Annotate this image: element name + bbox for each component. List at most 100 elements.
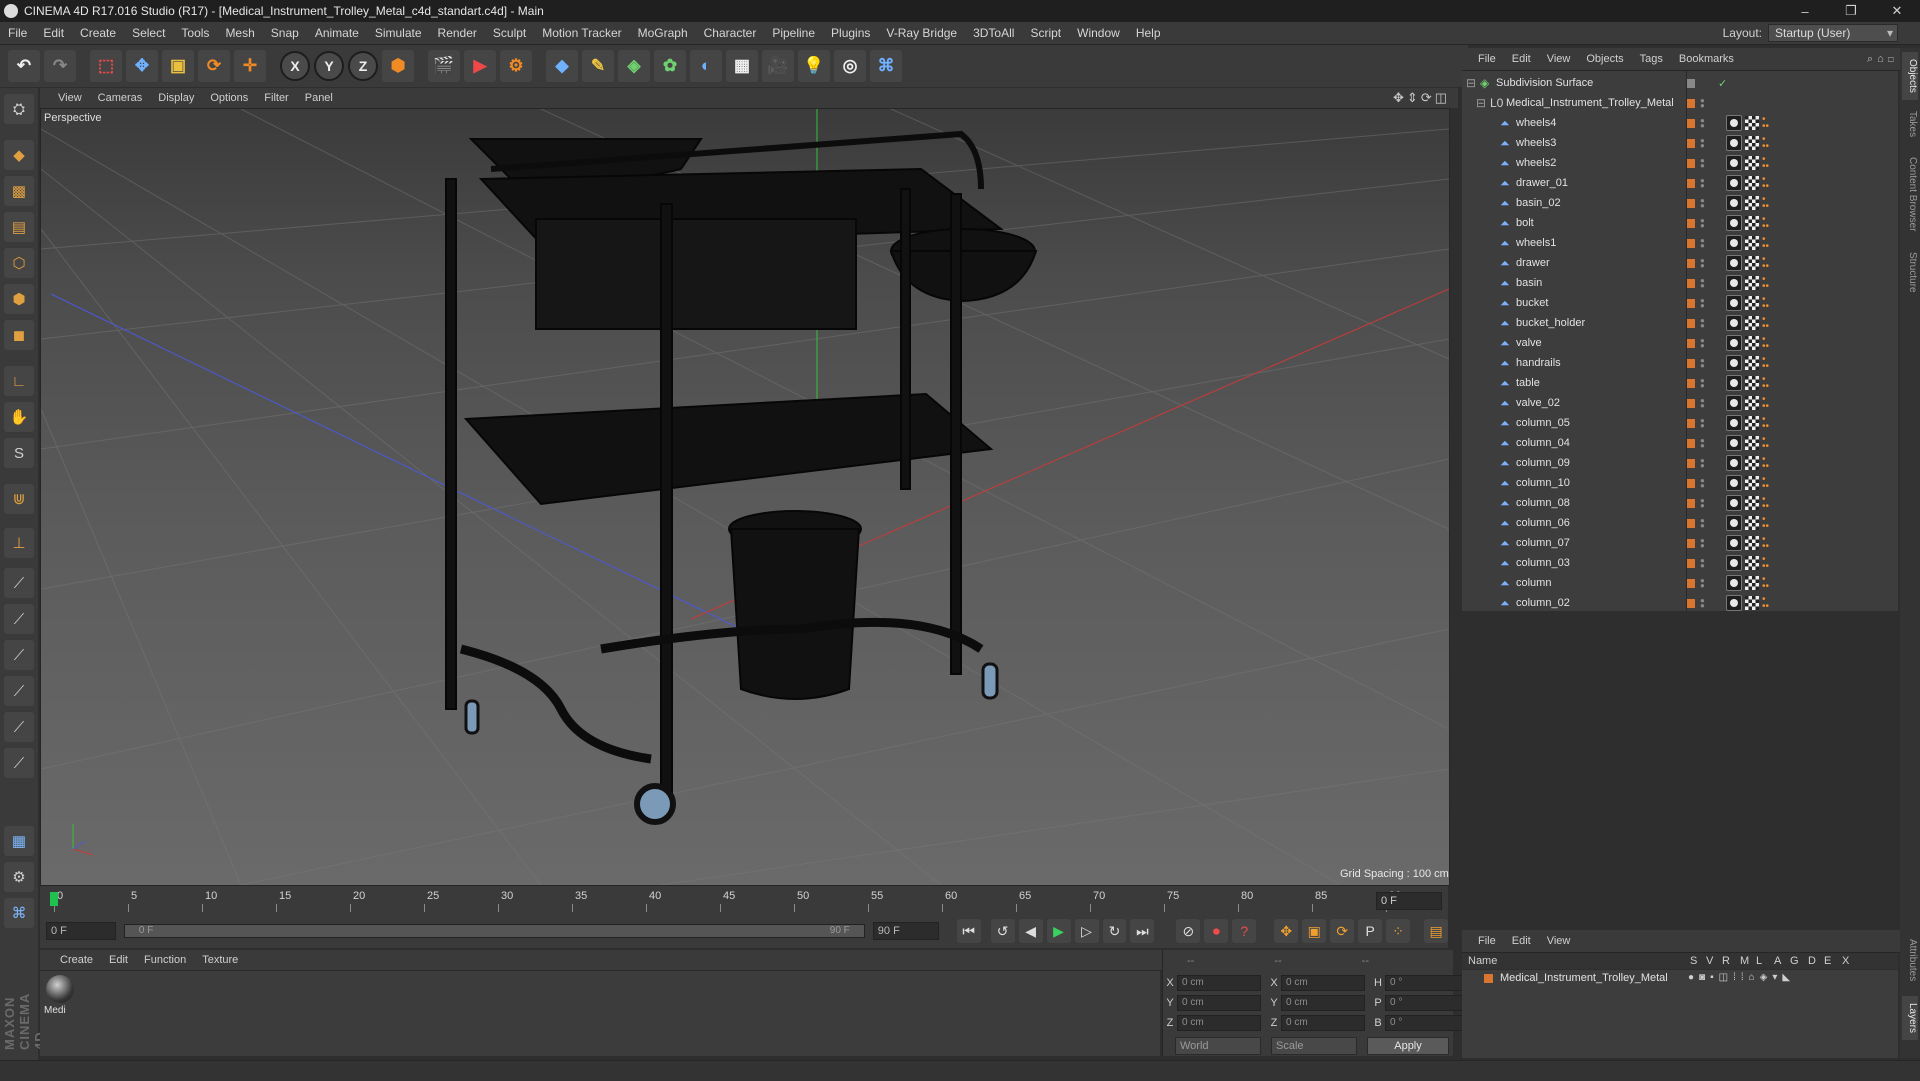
menu-render[interactable]: Render <box>430 26 485 40</box>
previous-keyframe-icon[interactable]: ↺ <box>990 919 1015 943</box>
selection-tag-icon[interactable]: • •• <box>1762 435 1774 452</box>
tab-objects[interactable]: Objects <box>1902 52 1918 100</box>
workplane-z-icon[interactable]: ⟋ <box>4 748 34 778</box>
texture-tag-icon[interactable] <box>1745 116 1759 130</box>
python-script-icon[interactable]: ⌘ <box>4 898 34 928</box>
object-row[interactable]: ⏶ bucket ● ● • •• <box>1462 293 1898 313</box>
phong-tag-icon[interactable] <box>1726 435 1742 451</box>
layer-color-swatch[interactable] <box>1686 538 1695 548</box>
selection-tag-icon[interactable]: • •• <box>1762 375 1774 392</box>
phong-tag-icon[interactable] <box>1726 115 1742 131</box>
selection-tag-icon[interactable]: • •• <box>1762 275 1774 292</box>
selection-tag-icon[interactable]: • •• <box>1762 575 1774 592</box>
record-scale-icon[interactable]: ▣ <box>1302 919 1327 943</box>
phong-tag-icon[interactable] <box>1726 455 1742 471</box>
menu-mograph[interactable]: MoGraph <box>630 26 696 40</box>
menu-sculpt[interactable]: Sculpt <box>485 26 534 40</box>
lm-menu-file[interactable]: File <box>1470 935 1504 947</box>
object-name[interactable]: column_08 <box>1516 497 1570 509</box>
edit-render-settings-icon[interactable]: ⚙ <box>500 50 532 82</box>
material-menu-create[interactable]: Create <box>52 954 101 966</box>
material-name-label[interactable]: Medi <box>44 1005 66 1016</box>
rotate-tool-icon[interactable]: ⟳ <box>198 50 230 82</box>
coordinate-system-icon[interactable]: ⬢ <box>382 50 414 82</box>
make-editable-icon[interactable]: ⛭ <box>4 94 34 124</box>
phong-tag-icon[interactable] <box>1726 155 1742 171</box>
object-row[interactable]: ⏶ column_02 ● ● • •• <box>1462 593 1898 613</box>
layer-color-swatch[interactable] <box>1686 498 1695 508</box>
move-tool-icon[interactable]: ✥ <box>126 50 158 82</box>
object-name[interactable]: valve <box>1516 337 1542 349</box>
timeline-playhead[interactable] <box>50 892 58 906</box>
texture-tag-icon[interactable] <box>1745 556 1759 570</box>
menu-motion-tracker[interactable]: Motion Tracker <box>534 26 629 40</box>
selection-tag-icon[interactable]: • •• <box>1762 455 1774 472</box>
layer-color-swatch[interactable] <box>1484 974 1493 983</box>
texture-tag-icon[interactable] <box>1745 476 1759 490</box>
texture-tag-icon[interactable] <box>1745 436 1759 450</box>
object-row[interactable]: ⏶ wheels2 ● ● • •• <box>1462 153 1898 173</box>
om-menu-edit[interactable]: Edit <box>1504 53 1539 65</box>
layer-flag-icons[interactable]: ●◙▪◫⁞⁞⌂◈▾◣ <box>1688 972 1795 983</box>
selection-tag-icon[interactable]: • •• <box>1762 315 1774 332</box>
end-frame-field[interactable]: 90 F <box>872 922 939 940</box>
go-to-end-icon[interactable]: ⏭ <box>1130 919 1155 943</box>
phong-tag-icon[interactable] <box>1726 355 1742 371</box>
phong-tag-icon[interactable] <box>1726 555 1742 571</box>
phong-tag-icon[interactable] <box>1726 375 1742 391</box>
phong-tag-icon[interactable] <box>1726 415 1742 431</box>
object-row[interactable]: ⏶ drawer_01 ● ● • •• <box>1462 173 1898 193</box>
redo-icon[interactable]: ↷ <box>44 50 76 82</box>
visibility-dots-icon[interactable]: ● ● <box>1700 337 1705 350</box>
object-name[interactable]: table <box>1516 377 1540 389</box>
selection-tag-icon[interactable]: • •• <box>1762 415 1774 432</box>
subdivision-surface-icon[interactable]: ◈ <box>618 50 650 82</box>
object-row[interactable]: ⏶ basin ● ● • •• <box>1462 273 1898 293</box>
phong-tag-icon[interactable] <box>1726 175 1742 191</box>
object-name[interactable]: column_03 <box>1516 557 1570 569</box>
layer-color-swatch[interactable] <box>1686 138 1695 148</box>
size-x-field[interactable]: 0 cm <box>1281 975 1365 991</box>
sketch-toon-icon[interactable]: ◎ <box>834 50 866 82</box>
object-name[interactable]: column_02 <box>1516 597 1570 609</box>
viewport-menu-display[interactable]: Display <box>150 92 202 104</box>
selection-tag-icon[interactable]: • •• <box>1762 355 1774 372</box>
selection-tag-icon[interactable]: • •• <box>1762 595 1774 612</box>
viewport-camera-label[interactable]: Perspective <box>44 112 101 124</box>
layer-color-swatch[interactable] <box>1686 278 1695 288</box>
layout-dropdown[interactable]: Startup (User) <box>1768 24 1898 42</box>
object-row[interactable]: ⏶ column_10 ● ● • •• <box>1462 473 1898 493</box>
selection-tag-icon[interactable]: • •• <box>1762 215 1774 232</box>
menu-mesh[interactable]: Mesh <box>217 26 262 40</box>
visibility-dots-icon[interactable]: ● ● <box>1700 257 1705 270</box>
object-row[interactable]: ⏶ column_04 ● ● • •• <box>1462 433 1898 453</box>
size-z-field[interactable]: 0 cm <box>1281 1015 1365 1031</box>
menu-create[interactable]: Create <box>72 26 124 40</box>
object-name[interactable]: wheels2 <box>1516 157 1556 169</box>
object-name[interactable]: drawer <box>1516 257 1550 269</box>
object-row[interactable]: ⏶ bucket_holder ● ● • •• <box>1462 313 1898 333</box>
object-name[interactable]: column_09 <box>1516 457 1570 469</box>
visibility-dots-icon[interactable]: ● ● <box>1700 377 1705 390</box>
texture-tag-icon[interactable] <box>1745 356 1759 370</box>
workplane-y-icon[interactable]: ⟋ <box>4 712 34 742</box>
phong-tag-icon[interactable] <box>1726 215 1742 231</box>
play-forward-icon[interactable]: ▶ <box>1046 919 1071 943</box>
object-row[interactable]: ⏶ wheels4 ● ● • •• <box>1462 113 1898 133</box>
object-name[interactable]: wheels1 <box>1516 237 1556 249</box>
viewport-menu-options[interactable]: Options <box>202 92 256 104</box>
menu-tools[interactable]: Tools <box>173 26 217 40</box>
layer-color-swatch[interactable] <box>1686 518 1695 528</box>
visibility-dots-icon[interactable]: ● ● <box>1700 277 1705 290</box>
selection-tag-icon[interactable]: • •• <box>1762 155 1774 172</box>
menu-vray-bridge[interactable]: V-Ray Bridge <box>878 26 965 40</box>
record-active-objects-icon[interactable]: ⏺ <box>1204 919 1229 943</box>
object-name[interactable]: column_05 <box>1516 417 1570 429</box>
visibility-dots-icon[interactable]: ● ● <box>1700 297 1705 310</box>
layer-color-swatch[interactable] <box>1686 258 1695 268</box>
quantize-icon[interactable]: ⊥ <box>4 528 34 558</box>
menu-file[interactable]: File <box>0 26 35 40</box>
phong-tag-icon[interactable] <box>1726 395 1742 411</box>
workplane-x-icon[interactable]: ⟋ <box>4 676 34 706</box>
close-button[interactable]: ✕ <box>1874 3 1920 19</box>
